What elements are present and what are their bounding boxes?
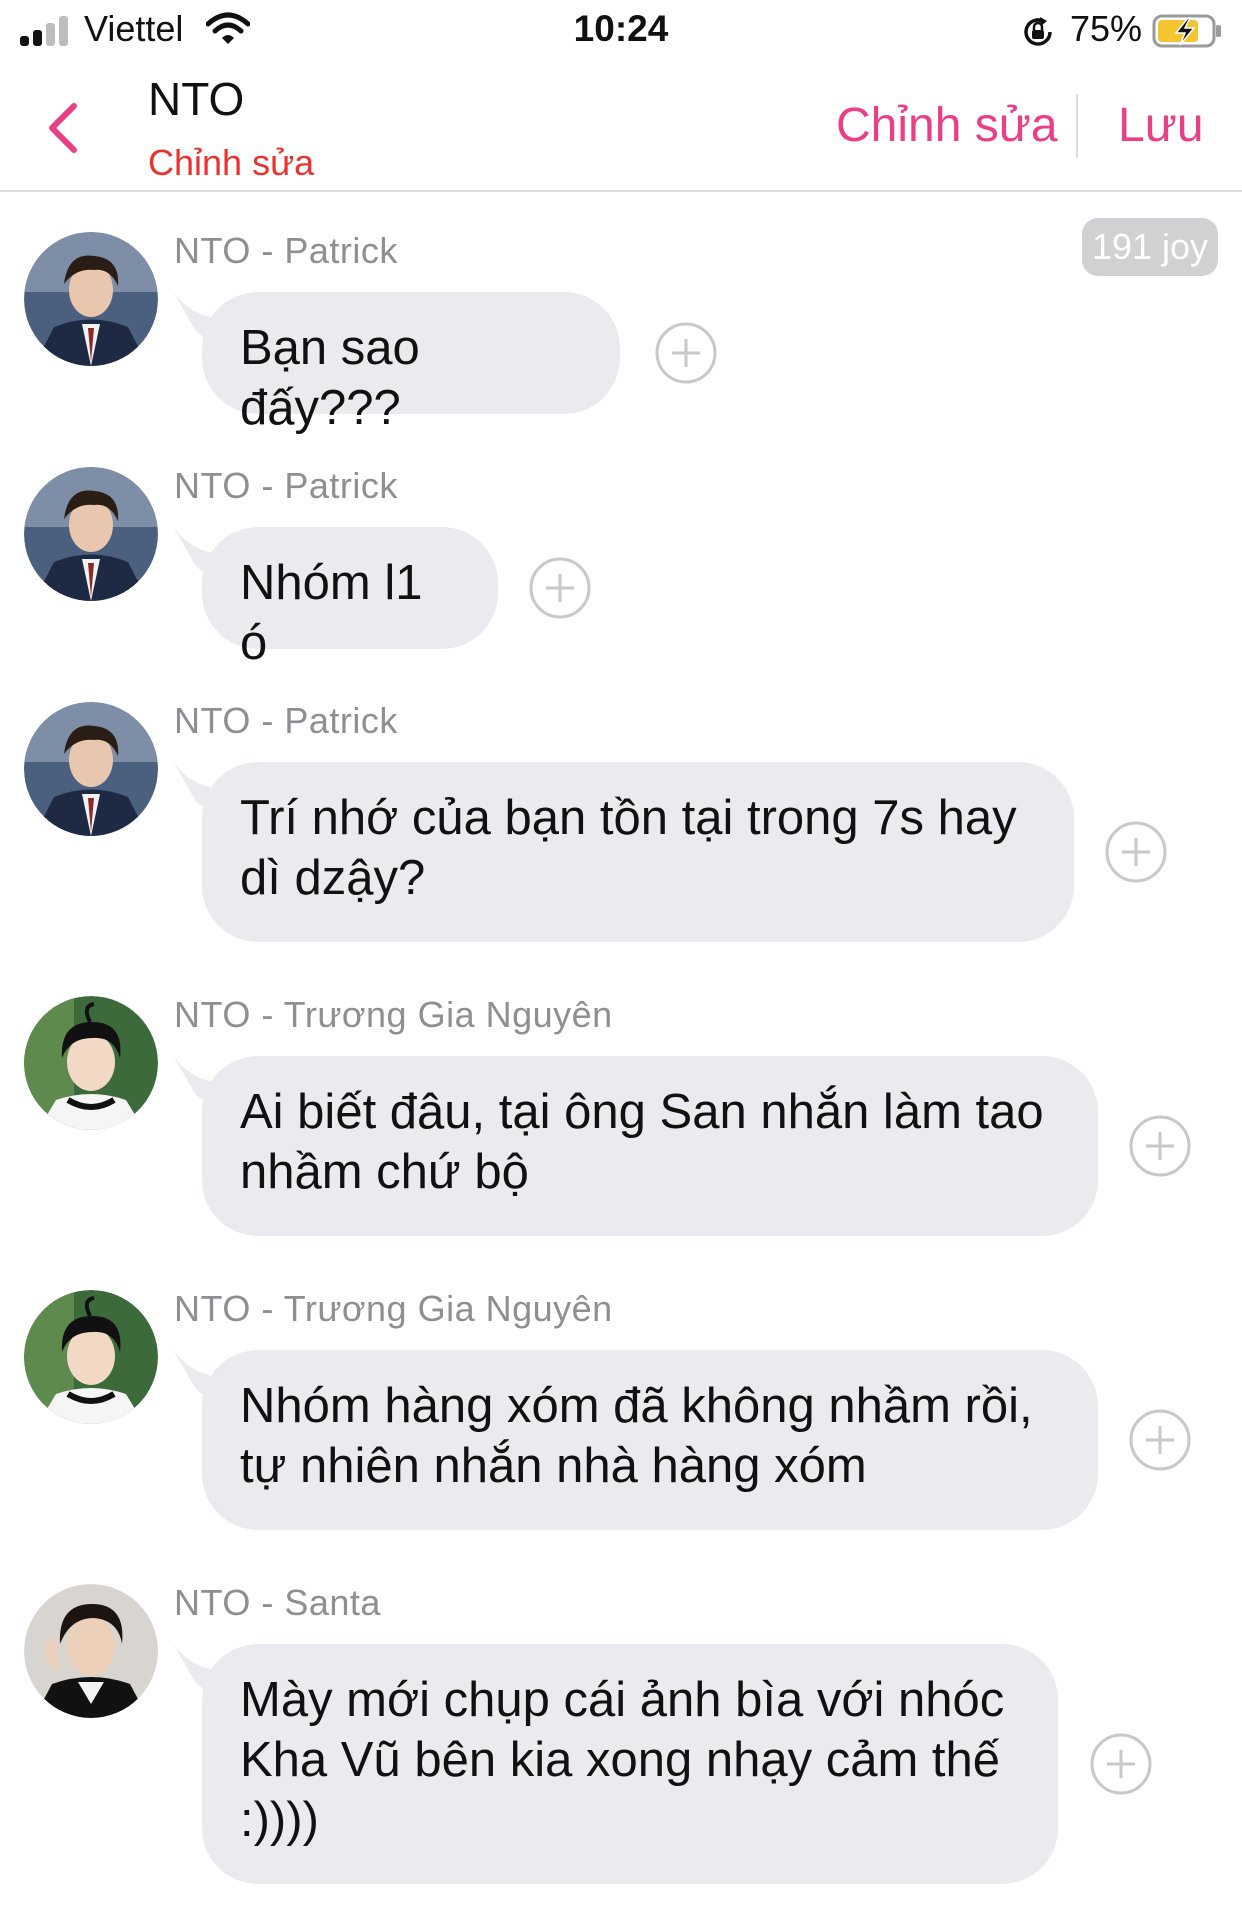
save-button[interactable]: Lưu bbox=[1118, 98, 1204, 153]
add-reaction-button[interactable] bbox=[1129, 1115, 1191, 1177]
avatar[interactable] bbox=[24, 996, 158, 1130]
message-row: NTO - Patrick Nhóm l1 ó bbox=[0, 465, 1242, 670]
add-reaction-button[interactable] bbox=[1105, 821, 1167, 883]
chat-header: NTO Chỉnh sửa Chỉnh sửa Lưu bbox=[0, 62, 1242, 192]
message-row: NTO - Santa Mày mới chụp cái ảnh bìa với… bbox=[0, 1582, 1242, 1884]
sender-name: NTO - Trương Gia Nguyên bbox=[174, 994, 613, 1035]
header-divider bbox=[1076, 94, 1078, 158]
sender-name: NTO - Santa bbox=[174, 1582, 381, 1623]
avatar[interactable] bbox=[24, 467, 158, 601]
message-row: NTO - Patrick Trí nhớ của bạn tồn tại tr… bbox=[0, 700, 1242, 942]
add-reaction-button[interactable] bbox=[1090, 1733, 1152, 1795]
edit-button[interactable]: Chỉnh sửa bbox=[836, 98, 1058, 153]
avatar[interactable] bbox=[24, 1290, 158, 1424]
sender-name: NTO - Trương Gia Nguyên bbox=[174, 1288, 613, 1329]
chat-title: NTO bbox=[148, 73, 245, 125]
battery-charging-icon bbox=[1152, 14, 1221, 48]
avatar[interactable] bbox=[24, 1584, 158, 1718]
message-bubble[interactable]: Nhóm hàng xóm đã không nhầm rồi, tự nhiê… bbox=[202, 1350, 1098, 1530]
message-row: NTO - Patrick Bạn sao đấy??? bbox=[0, 230, 1242, 435]
message-row: NTO - Trương Gia Nguyên Ai biết đâu, tại… bbox=[0, 994, 1242, 1236]
sender-name: NTO - Patrick bbox=[174, 465, 398, 506]
avatar[interactable] bbox=[24, 702, 158, 836]
back-button[interactable] bbox=[40, 98, 90, 158]
battery-percent: 75% bbox=[1070, 8, 1143, 49]
add-reaction-button[interactable] bbox=[529, 557, 591, 619]
avatar[interactable] bbox=[24, 232, 158, 366]
sender-name: NTO - Patrick bbox=[174, 700, 398, 741]
message-bubble[interactable]: Nhóm l1 ó bbox=[202, 527, 498, 670]
add-reaction-button[interactable] bbox=[655, 322, 717, 384]
add-reaction-button[interactable] bbox=[1129, 1409, 1191, 1471]
status-bar: Viettel 10:24 75% bbox=[0, 0, 1242, 62]
orientation-lock-icon bbox=[1024, 17, 1052, 46]
chat-subtitle: Chỉnh sửa bbox=[148, 142, 315, 183]
message-bubble[interactable]: Bạn sao đấy??? bbox=[202, 292, 620, 435]
message-bubble[interactable]: Trí nhớ của bạn tồn tại trong 7s hay dì … bbox=[202, 762, 1074, 942]
message-bubble[interactable]: Mày mới chụp cái ảnh bìa với nhóc Kha Vũ… bbox=[202, 1644, 1058, 1884]
sender-name: NTO - Patrick bbox=[174, 230, 398, 271]
message-bubble[interactable]: Ai biết đâu, tại ông San nhắn làm tao nh… bbox=[202, 1056, 1098, 1236]
message-row: NTO - Trương Gia Nguyên Nhóm hàng xóm đã… bbox=[0, 1288, 1242, 1530]
